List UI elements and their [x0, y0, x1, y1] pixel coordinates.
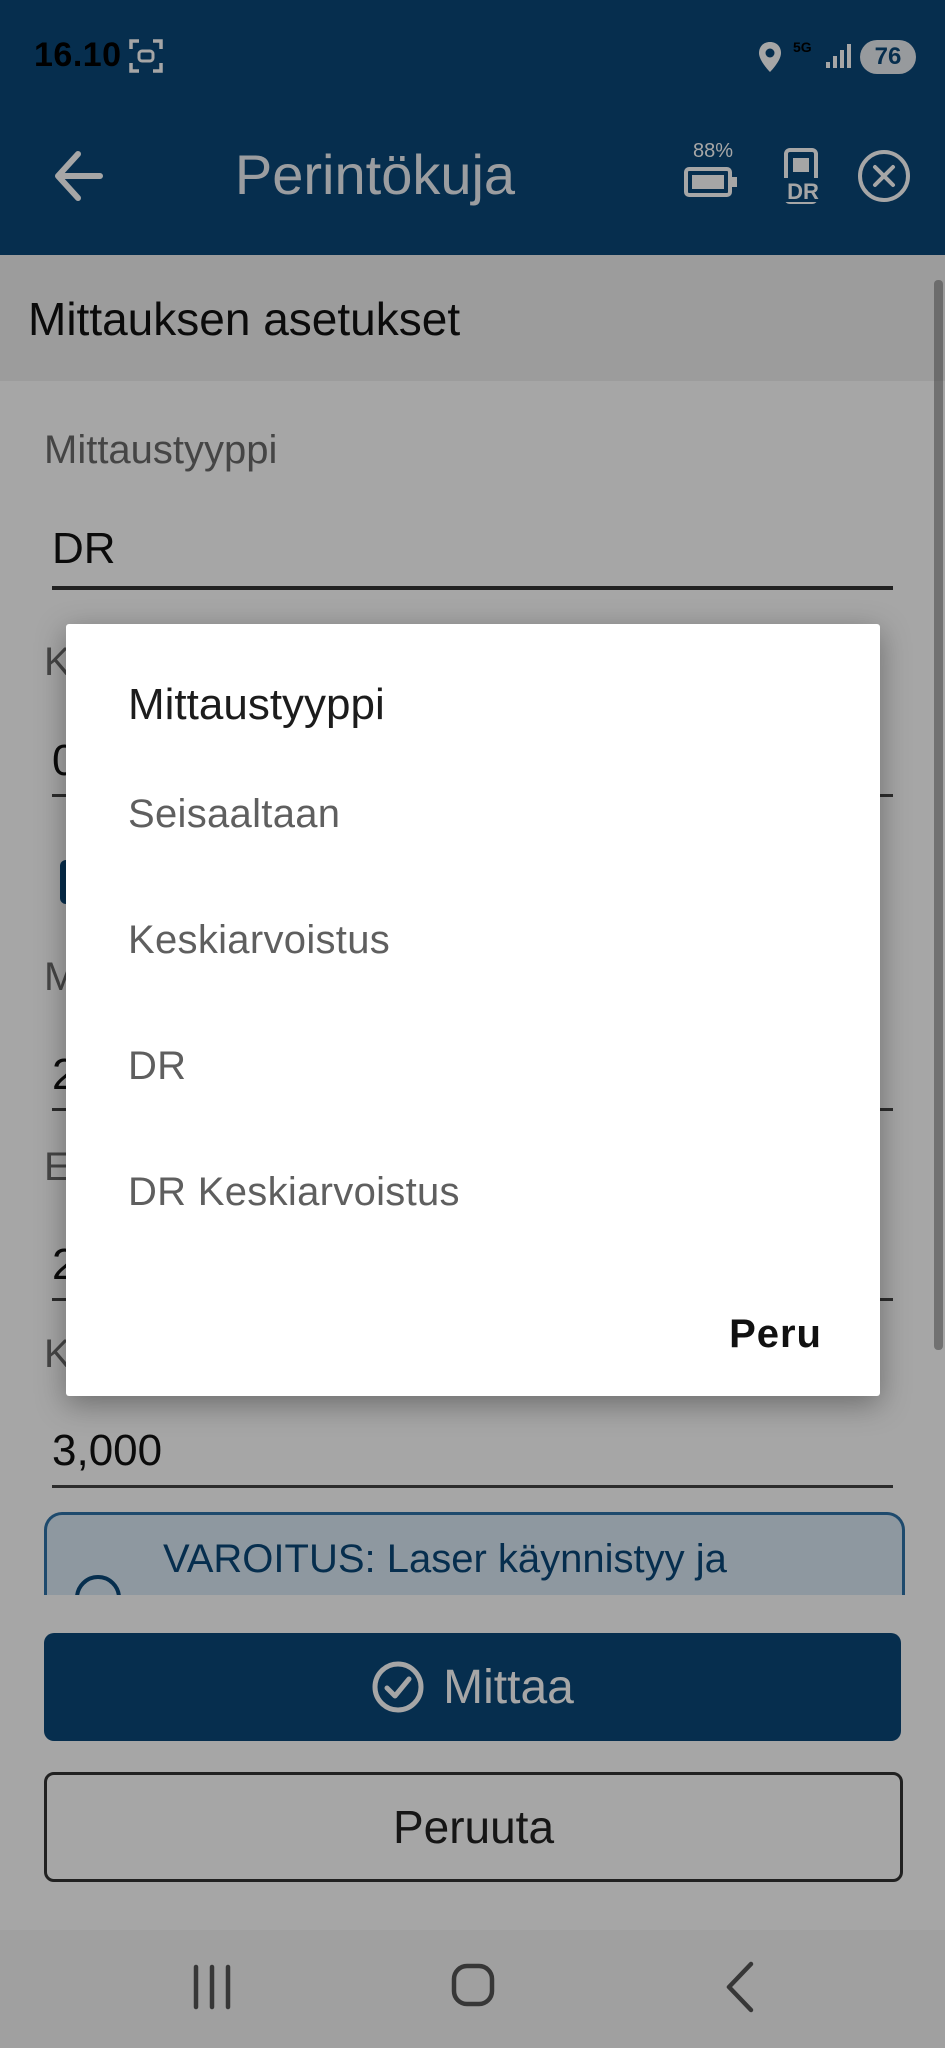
- dialog-option-label: DR: [128, 1044, 187, 1088]
- scrollbar[interactable]: [934, 280, 943, 1350]
- measurement-type-dialog: Mittaustyyppi Seisaaltaan Keskiarvoistus…: [66, 624, 880, 1396]
- dialog-option-label: DR Keskiarvoistus: [128, 1170, 460, 1214]
- dialog-option-seisaaltaan[interactable]: Seisaaltaan: [66, 754, 880, 880]
- dialog-option-label: Seisaaltaan: [128, 792, 341, 836]
- dialog-title: Mittaustyyppi: [128, 680, 385, 729]
- dialog-cancel-button[interactable]: Peru: [723, 1304, 828, 1365]
- dialog-option-label: Keskiarvoistus: [128, 918, 391, 962]
- dialog-option-dr[interactable]: DR: [66, 1006, 880, 1132]
- dialog-option-keskiarvoistus[interactable]: Keskiarvoistus: [66, 880, 880, 1006]
- dialog-option-dr-keskiarvoistus[interactable]: DR Keskiarvoistus: [66, 1132, 880, 1258]
